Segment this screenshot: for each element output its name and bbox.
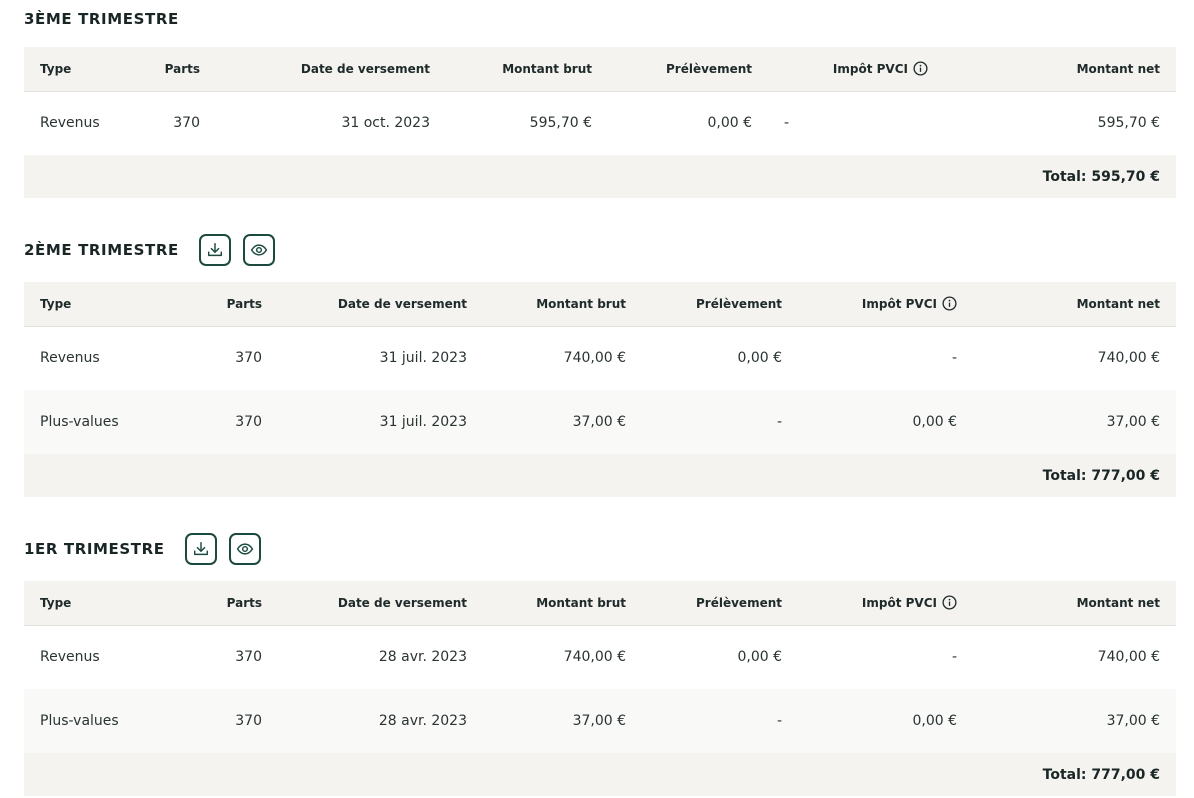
col-header-prelevement: Prélèvement	[696, 595, 782, 610]
cell-brut: 37,00 €	[572, 414, 626, 430]
cell-date: 31 juil. 2023	[379, 350, 467, 367]
cell-net: 37,00 €	[1106, 713, 1160, 729]
col-header-net: Montant net	[1076, 595, 1160, 610]
table-row: Revenus 370 31 juil. 2023 740,00 € 0,00 …	[24, 326, 1176, 390]
cell-impot: 0,00 €	[912, 414, 957, 430]
col-header-impot: Impôt PVCI	[798, 282, 973, 326]
info-icon[interactable]	[942, 296, 957, 311]
col-header-brut: Montant brut	[502, 61, 592, 76]
total-amount: Total: 777,00 €	[1042, 467, 1160, 484]
cell-prelevement: 0,00 €	[707, 115, 752, 132]
cell-type: Plus-values	[40, 414, 119, 430]
table-total-row: Total: 777,00 €	[24, 454, 1176, 497]
table-row: Plus-values 370 31 juil. 2023 37,00 € - …	[24, 390, 1176, 454]
impot-label: Impôt PVCI	[832, 62, 908, 77]
col-header-prelevement: Prélèvement	[696, 296, 782, 311]
col-header-date: Date de versement	[337, 595, 467, 610]
col-header-net: Montant net	[1076, 61, 1160, 76]
download-icon	[193, 541, 208, 556]
cell-prelevement: -	[776, 713, 782, 729]
cell-net: 740,00 €	[1097, 350, 1160, 367]
eye-icon	[250, 244, 268, 256]
cell-type: Revenus	[40, 649, 100, 666]
table-total-row: Total: 777,00 €	[24, 753, 1176, 796]
table-total-row: Total: 595,70 €	[24, 155, 1176, 198]
table-header-row: Type Parts Date de versement Montant bru…	[24, 47, 1176, 91]
table-header-row: Type Parts Date de versement Montant bru…	[24, 282, 1176, 326]
col-header-parts: Parts	[164, 61, 200, 76]
col-header-impot: Impôt PVCI	[798, 581, 973, 625]
section-title: 3ÈME TRIMESTRE	[24, 10, 179, 28]
cell-impot: -	[951, 350, 957, 367]
impot-label: Impôt PVCI	[861, 297, 937, 312]
cell-impot: 0,00 €	[912, 713, 957, 729]
total-amount: Total: 777,00 €	[1042, 766, 1160, 783]
eye-icon	[236, 543, 253, 555]
section-title: 1ER TRIMESTRE	[24, 540, 165, 558]
col-header-brut: Montant brut	[536, 296, 626, 311]
download-button[interactable]	[184, 533, 217, 565]
distribution-table: Type Parts Date de versement Montant bru…	[24, 581, 1176, 796]
cell-date: 31 oct. 2023	[341, 115, 430, 132]
cell-type: Plus-values	[40, 713, 119, 729]
impot-label: Impôt PVCI	[861, 596, 937, 611]
col-header-type: Type	[40, 296, 72, 311]
cell-parts: 370	[235, 350, 262, 367]
cell-brut: 740,00 €	[563, 350, 626, 367]
cell-prelevement: 0,00 €	[737, 350, 782, 367]
cell-prelevement: -	[776, 414, 782, 430]
col-header-type: Type	[40, 61, 72, 76]
cell-type: Revenus	[40, 350, 100, 367]
cell-date: 31 juil. 2023	[379, 414, 467, 430]
cell-parts: 370	[235, 649, 262, 666]
col-header-type: Type	[40, 595, 72, 610]
info-icon[interactable]	[913, 61, 928, 76]
col-header-date: Date de versement	[337, 296, 467, 311]
cell-parts: 370	[173, 115, 200, 132]
info-icon[interactable]	[942, 595, 957, 610]
cell-date: 28 avr. 2023	[378, 649, 467, 666]
col-header-date: Date de versement	[300, 61, 430, 76]
cell-impot: -	[951, 649, 957, 666]
col-header-impot: Impôt PVCI	[768, 47, 944, 91]
cell-parts: 370	[235, 713, 262, 729]
table-row: Revenus 370 28 avr. 2023 740,00 € 0,00 €…	[24, 625, 1176, 689]
download-button[interactable]	[198, 234, 231, 266]
col-header-brut: Montant brut	[536, 595, 626, 610]
section-title: 2ÈME TRIMESTRE	[24, 241, 179, 259]
col-header-prelevement: Prélèvement	[666, 61, 752, 76]
cell-impot: -	[784, 115, 790, 132]
cell-type: Revenus	[40, 115, 100, 132]
cell-date: 28 avr. 2023	[378, 713, 467, 729]
total-amount: Total: 595,70 €	[1042, 168, 1160, 185]
distribution-table: Type Parts Date de versement Montant bru…	[24, 282, 1176, 497]
cell-net: 37,00 €	[1106, 414, 1160, 430]
section-q1: 1ER TRIMESTRE Type Parts Date de verseme…	[24, 533, 1176, 796]
preview-button[interactable]	[228, 533, 261, 565]
cell-brut: 37,00 €	[572, 713, 626, 729]
section-header: 1ER TRIMESTRE	[24, 533, 1176, 565]
col-header-net: Montant net	[1076, 296, 1160, 311]
distribution-table: Type Parts Date de versement Montant bru…	[24, 47, 1176, 198]
download-icon	[207, 242, 222, 257]
preview-button[interactable]	[242, 234, 275, 266]
section-q3: 3ÈME TRIMESTRE Type Parts Date de versem…	[24, 3, 1176, 198]
table-row: Revenus 370 31 oct. 2023 595,70 € 0,00 €…	[24, 91, 1176, 155]
cell-prelevement: 0,00 €	[737, 649, 782, 666]
cell-brut: 595,70 €	[529, 115, 592, 132]
col-header-parts: Parts	[226, 595, 262, 610]
col-header-parts: Parts	[226, 296, 262, 311]
table-header-row: Type Parts Date de versement Montant bru…	[24, 581, 1176, 625]
cell-parts: 370	[235, 414, 262, 430]
section-header: 3ÈME TRIMESTRE	[24, 3, 1176, 35]
section-header: 2ÈME TRIMESTRE	[24, 234, 1176, 266]
cell-brut: 740,00 €	[563, 649, 626, 666]
cell-net: 595,70 €	[1097, 115, 1160, 132]
table-row: Plus-values 370 28 avr. 2023 37,00 € - 0…	[24, 689, 1176, 753]
cell-net: 740,00 €	[1097, 649, 1160, 666]
section-q2: 2ÈME TRIMESTRE Type Parts Date de versem…	[24, 234, 1176, 497]
